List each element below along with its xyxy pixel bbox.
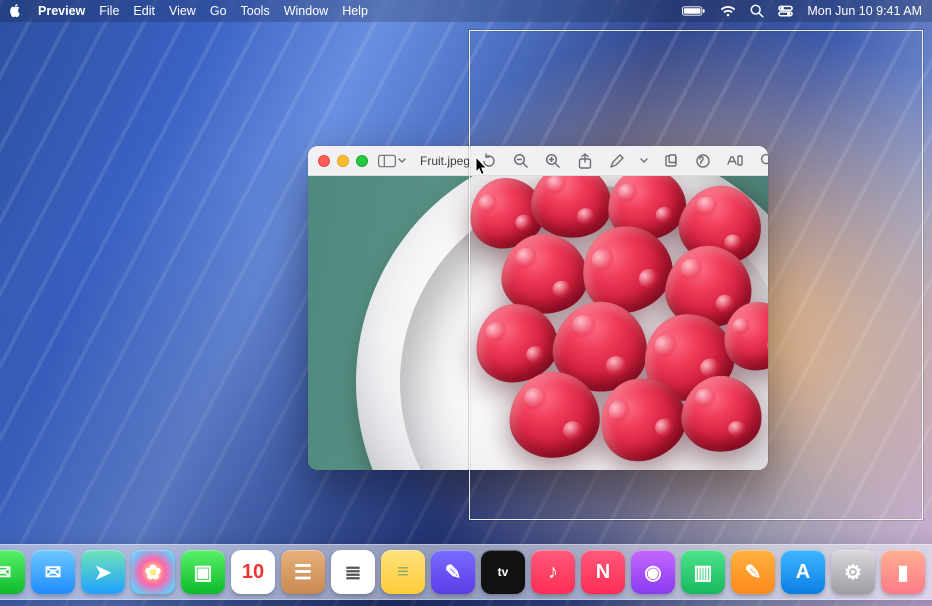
search-icon[interactable] bbox=[758, 152, 768, 170]
menu-window[interactable]: Window bbox=[284, 4, 328, 18]
app-menu[interactable]: Preview bbox=[38, 4, 85, 18]
dock-reminders[interactable]: ≣ bbox=[331, 550, 375, 594]
toolbar bbox=[480, 152, 768, 170]
raspberries bbox=[462, 176, 768, 464]
zoom-in-icon[interactable] bbox=[544, 152, 562, 170]
cursor-pointer bbox=[475, 156, 489, 176]
dock-maps[interactable]: ➤ bbox=[81, 550, 125, 594]
image-viewport[interactable] bbox=[308, 176, 768, 470]
dock-numbers[interactable]: ▥ bbox=[681, 550, 725, 594]
dock-iphone-mirroring[interactable]: ▮ bbox=[881, 550, 925, 594]
apple-menu[interactable] bbox=[10, 4, 24, 18]
menu-bar-clock[interactable]: Mon Jun 10 9:41 AM bbox=[807, 4, 922, 18]
dock-contacts[interactable]: ☰ bbox=[281, 550, 325, 594]
dock-settings[interactable]: ⚙ bbox=[831, 550, 875, 594]
control-center-icon[interactable] bbox=[778, 5, 793, 17]
menu-view[interactable]: View bbox=[169, 4, 196, 18]
share-icon[interactable] bbox=[576, 152, 594, 170]
dock-podcasts[interactable]: ◉ bbox=[631, 550, 675, 594]
menu-edit[interactable]: Edit bbox=[133, 4, 155, 18]
battery-icon[interactable] bbox=[682, 5, 706, 17]
zoom-out-icon[interactable] bbox=[512, 152, 530, 170]
menu-tools[interactable]: Tools bbox=[241, 4, 270, 18]
window-controls bbox=[318, 155, 368, 167]
dock: ☺⊞✦✉✉➤✿▣10☰≣≡✎tv♪N◉▥✎A⚙▮▣⬇ bbox=[0, 544, 932, 600]
dock-mail[interactable]: ✉ bbox=[31, 550, 75, 594]
minimize-button[interactable] bbox=[337, 155, 349, 167]
crop-icon[interactable] bbox=[662, 152, 680, 170]
menu-help[interactable]: Help bbox=[342, 4, 368, 18]
preview-window[interactable]: Fruit.jpeg bbox=[308, 146, 768, 470]
sidebar-toggle[interactable] bbox=[378, 154, 406, 168]
spotlight-search-icon[interactable] bbox=[750, 4, 764, 18]
dock-music[interactable]: ♪ bbox=[531, 550, 575, 594]
highlight-icon[interactable] bbox=[726, 152, 744, 170]
menu-go[interactable]: Go bbox=[210, 4, 227, 18]
dock-photos[interactable]: ✿ bbox=[131, 550, 175, 594]
dock-calendar[interactable]: 10 bbox=[231, 550, 275, 594]
wifi-icon[interactable] bbox=[720, 5, 736, 17]
dock-appstore[interactable]: A bbox=[781, 550, 825, 594]
dock-facetime[interactable]: ▣ bbox=[181, 550, 225, 594]
zoom-button[interactable] bbox=[356, 155, 368, 167]
dock-messages[interactable]: ✉ bbox=[0, 550, 25, 594]
window-titlebar[interactable]: Fruit.jpeg bbox=[308, 146, 768, 176]
close-button[interactable] bbox=[318, 155, 330, 167]
menu-file[interactable]: File bbox=[99, 4, 119, 18]
dock-tv[interactable]: tv bbox=[481, 550, 525, 594]
dock-freeform[interactable]: ✎ bbox=[431, 550, 475, 594]
dock-pages[interactable]: ✎ bbox=[731, 550, 775, 594]
dock-news[interactable]: N bbox=[581, 550, 625, 594]
markup-icon[interactable] bbox=[608, 152, 626, 170]
dock-notes[interactable]: ≡ bbox=[381, 550, 425, 594]
markup-dropdown-icon[interactable] bbox=[640, 152, 648, 170]
window-title: Fruit.jpeg bbox=[420, 154, 470, 168]
menu-bar: Preview File Edit View Go Tools Window H… bbox=[0, 0, 932, 22]
info-icon[interactable] bbox=[694, 152, 712, 170]
